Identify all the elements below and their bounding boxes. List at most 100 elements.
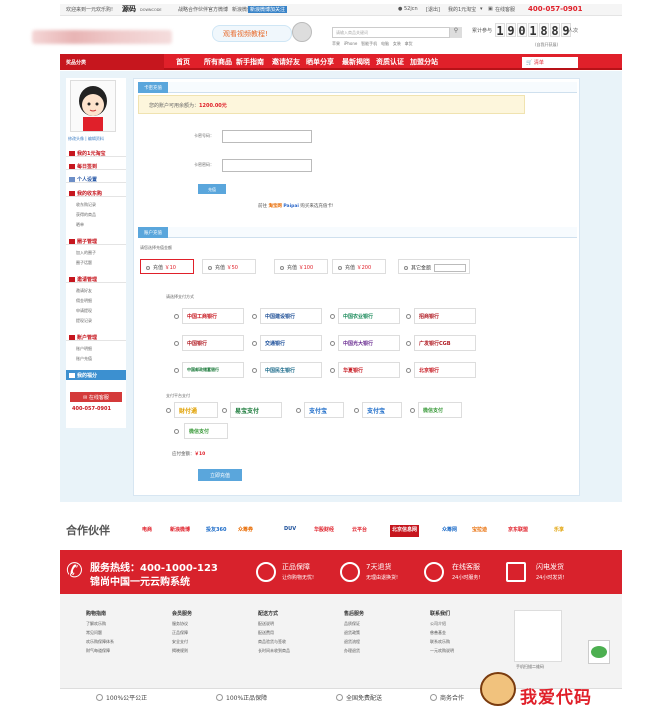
footer-link[interactable]: 配送费用: [258, 628, 290, 637]
nav-item-guide[interactable]: 新手指南: [236, 57, 264, 67]
platform-option-yeepay[interactable]: 易宝支付: [230, 402, 282, 418]
footer-link[interactable]: 正品保障: [172, 628, 192, 637]
footer-link[interactable]: 长时间未收到商品: [258, 646, 290, 655]
sidebar-sub-circle-topics[interactable]: 圈子话题: [76, 260, 92, 266]
sidebar-item-settings[interactable]: 个人设置: [66, 174, 126, 183]
hotword[interactable]: 女装: [393, 41, 401, 46]
sidebar-sub-commission[interactable]: 佣金明细: [76, 298, 92, 304]
platform-option-alipay-2[interactable]: 支付宝: [362, 402, 402, 418]
partner-logo[interactable]: 众筹券: [236, 525, 255, 537]
platform-radio[interactable]: [410, 408, 415, 413]
brand-logo[interactable]: 源码: [122, 4, 136, 14]
bank-radio[interactable]: [406, 368, 411, 373]
bank-option-psbc[interactable]: 中国邮政储蓄银行: [182, 362, 244, 378]
hotword[interactable]: 智能手机: [361, 41, 377, 46]
partner-logo[interactable]: DUV: [282, 525, 298, 537]
footer-link[interactable]: 了解欢乐购: [86, 619, 114, 628]
bank-radio[interactable]: [252, 341, 257, 346]
bank-radio[interactable]: [174, 368, 179, 373]
bank-option-ceb[interactable]: 中国光大银行: [338, 335, 400, 351]
avatar[interactable]: [70, 80, 116, 132]
bank-option-hxb[interactable]: 华夏银行: [338, 362, 400, 378]
logout-link[interactable]: [退出]: [426, 6, 440, 13]
footer-link[interactable]: 慈善基金: [430, 628, 454, 637]
footer-link[interactable]: 品质保证: [344, 619, 364, 628]
bank-option-boc[interactable]: 中国银行: [182, 335, 244, 351]
bank-radio[interactable]: [406, 341, 411, 346]
sidebar-item-home[interactable]: 我的1元淘宝: [66, 148, 126, 157]
video-tutorial-banner[interactable]: 观看视频教程!: [212, 25, 292, 42]
platform-radio[interactable]: [354, 408, 359, 413]
amount-option-200[interactable]: 充值 ￥200: [332, 259, 386, 274]
sidebar-sub-withdraw-records[interactable]: 提现记录: [76, 318, 92, 324]
nav-item-franchise[interactable]: 加盟分站: [410, 57, 438, 67]
hotword[interactable]: 苹果: [332, 41, 340, 46]
sidebar-sub-recharge[interactable]: 账户充值: [76, 356, 92, 362]
bank-option-cgb[interactable]: 广发银行CGB: [414, 335, 476, 351]
sidebar-sub-joined-circles[interactable]: 加入的圈子: [76, 250, 96, 256]
sidebar-sub-purchase-records[interactable]: 收东购记录: [76, 202, 96, 208]
bank-option-bocom[interactable]: 交通银行: [260, 335, 322, 351]
bank-radio[interactable]: [174, 341, 179, 346]
amount-option-10[interactable]: 充值 ￥10: [140, 259, 194, 274]
platform-radio[interactable]: [166, 408, 171, 413]
bank-option-bob[interactable]: 北京银行: [414, 362, 476, 378]
platform-radio[interactable]: [222, 408, 227, 413]
bank-option-icbc[interactable]: 中国工商银行: [182, 308, 244, 324]
site-logo[interactable]: [32, 30, 172, 44]
category-menu[interactable]: 奖品分类: [60, 54, 164, 70]
footer-link[interactable]: 常见问题: [86, 628, 114, 637]
footer-link[interactable]: 安全支付: [172, 637, 192, 646]
hotword[interactable]: iPhone: [344, 41, 358, 46]
footer-link[interactable]: 退货流程: [344, 637, 364, 646]
edit-profile-link[interactable]: 编辑资料: [88, 136, 104, 141]
sidebar-sub-invite-friends[interactable]: 邀请好友: [76, 288, 92, 294]
footer-link[interactable]: 联系欢乐购: [430, 637, 454, 646]
topbar-service-link[interactable]: 在线客服: [495, 6, 515, 13]
bank-radio[interactable]: [174, 314, 179, 319]
footer-link[interactable]: 配送说明: [258, 619, 290, 628]
bank-radio[interactable]: [252, 314, 257, 319]
sidebar-sub-share[interactable]: 晒单: [76, 222, 84, 228]
footer-link[interactable]: 揭晓规则: [172, 646, 192, 655]
nav-item-share[interactable]: 晒单分享: [306, 57, 334, 67]
tab-account-recharge[interactable]: 账户充值: [138, 227, 168, 238]
hotword[interactable]: 拿货: [405, 41, 413, 46]
sidebar-sub-withdraw[interactable]: 申请提现: [76, 308, 92, 314]
bank-option-cmb[interactable]: 招商银行: [414, 308, 476, 324]
my-account-link[interactable]: 我的1元淘宝: [448, 6, 476, 13]
footer-link[interactable]: 退货政策: [344, 628, 364, 637]
business-cooperation[interactable]: 商务合作: [440, 693, 464, 702]
sidebar-item-account[interactable]: 账户管理: [66, 332, 126, 341]
footer-link[interactable]: 一元欢购说明: [430, 646, 454, 655]
partner-logo[interactable]: 云平台: [350, 525, 369, 537]
weibo-follow-button[interactable]: 新浪微博加关注: [248, 6, 288, 13]
amount-option-100[interactable]: 充值 ￥100: [274, 259, 328, 274]
sidebar-item-purchases[interactable]: 我的收东购: [66, 188, 126, 197]
sidebar-sub-won-products[interactable]: 获得的商品: [76, 212, 96, 218]
platform-option-tenpay[interactable]: 财付通: [174, 402, 218, 418]
search-input[interactable]: 请输入商品关键词: [332, 27, 450, 38]
platform-option-wechat[interactable]: 微信支付: [418, 402, 462, 418]
footer-link[interactable]: 财气每道保障: [86, 646, 114, 655]
edit-avatar-link[interactable]: 修改头像: [68, 136, 84, 141]
sidebar-sub-account-details[interactable]: 账户明细: [76, 346, 92, 352]
topbar-link-partners[interactable]: 战略合作伙伴: [178, 6, 208, 13]
card-recharge-submit-button[interactable]: 充值: [198, 184, 226, 194]
footer-link[interactable]: 公司介绍: [430, 619, 454, 628]
nav-item-latest[interactable]: 最新揭晓: [342, 57, 370, 67]
tab-card-recharge[interactable]: 卡密充值: [138, 82, 168, 93]
bank-radio[interactable]: [252, 368, 257, 373]
partner-logo[interactable]: 宝拉迪: [470, 525, 489, 537]
bank-option-abc[interactable]: 中国农业银行: [338, 308, 400, 324]
amount-option-other[interactable]: 其它金额: [398, 259, 470, 274]
bank-option-ccb[interactable]: 中国建设银行: [260, 308, 322, 324]
amount-option-50[interactable]: 充值 ￥50: [202, 259, 256, 274]
taobao-logo[interactable]: 淘宝网: [268, 204, 282, 209]
footer-link[interactable]: 办理退货: [344, 646, 364, 655]
username[interactable]: 52jcn: [404, 6, 418, 12]
partner-logo[interactable]: 投友360: [204, 525, 228, 537]
search-button[interactable]: ⚲: [450, 27, 462, 38]
partner-logo[interactable]: 新浪微博: [168, 525, 192, 537]
hotword[interactable]: 电脑: [381, 41, 389, 46]
